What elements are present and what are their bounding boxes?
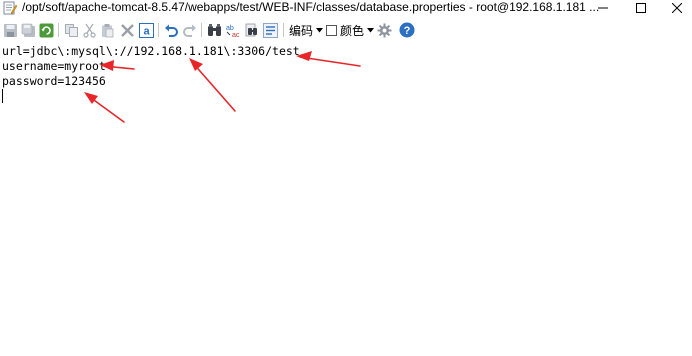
svg-text:a: a: [143, 25, 150, 37]
replace-icon: abac: [226, 25, 240, 38]
svg-text:ac: ac: [232, 32, 240, 38]
maximize-icon: [636, 3, 646, 13]
reload-icon: [39, 23, 53, 37]
delete-button[interactable]: [119, 21, 135, 39]
text-caret: [2, 89, 3, 103]
replace-button[interactable]: ab ac: [224, 21, 242, 39]
text-editor[interactable]: url=jdbc\:mysql\://192.168.1.181\:3306/t…: [0, 42, 692, 356]
toolbar-separator: [283, 23, 284, 37]
save-button[interactable]: [2, 21, 18, 39]
encoding-dropdown[interactable]: 编码: [288, 21, 324, 39]
save-all-button[interactable]: [20, 21, 36, 39]
toolbar-separator: [158, 23, 159, 37]
color-label: 颜色: [340, 23, 365, 38]
save-icon: [3, 23, 17, 37]
copy-icon: [64, 23, 78, 37]
close-icon: [672, 3, 682, 13]
editor-line: username=myroot: [2, 59, 106, 73]
svg-text:ab: ab: [226, 25, 234, 32]
redo-icon: [182, 24, 196, 37]
help-button[interactable]: ?: [398, 21, 416, 39]
reload-button[interactable]: [38, 21, 54, 39]
help-icon: ?: [399, 22, 415, 38]
find-button[interactable]: [206, 21, 222, 39]
paste-button[interactable]: [99, 21, 115, 39]
notepad-file-icon: [3, 1, 18, 15]
undo-button[interactable]: [163, 21, 179, 39]
copy-button[interactable]: [63, 21, 79, 39]
toolbar: a ab ac 编码 颜色 ?: [0, 18, 692, 42]
undo-icon: [164, 24, 178, 37]
cut-icon: [82, 23, 96, 38]
delete-icon: [120, 23, 134, 37]
settings-button[interactable]: [376, 21, 392, 39]
word-wrap-icon: [262, 22, 278, 38]
color-dropdown[interactable]: 颜色: [326, 21, 374, 39]
title-bar: /opt/soft/apache-tomcat-8.5.47/webapps/t…: [0, 0, 692, 16]
color-swatch-icon: [326, 24, 337, 36]
window-title: /opt/soft/apache-tomcat-8.5.47/webapps/t…: [22, 0, 600, 14]
select-all-button[interactable]: a: [138, 21, 154, 39]
find-in-files-button[interactable]: [244, 21, 260, 39]
toolbar-separator: [201, 23, 202, 37]
encoding-label: 编码: [288, 23, 313, 38]
word-wrap-button[interactable]: [262, 21, 278, 39]
chevron-down-icon: [316, 27, 323, 32]
close-button[interactable]: [654, 0, 692, 16]
editor-line: password=123456: [2, 74, 106, 88]
find-icon: [207, 23, 221, 36]
svg-text:?: ?: [404, 25, 411, 37]
select-all-icon: a: [138, 22, 154, 38]
paste-icon: [101, 23, 113, 37]
cut-button[interactable]: [81, 21, 97, 39]
editor-line: url=jdbc\:mysql\://192.168.1.181\:3306/t…: [2, 44, 300, 58]
redo-button[interactable]: [181, 21, 197, 39]
save-all-icon: [21, 23, 35, 37]
toolbar-separator: [58, 23, 59, 37]
chevron-down-icon: [367, 27, 374, 32]
minimize-icon: [598, 7, 608, 9]
settings-icon: [377, 23, 391, 37]
find-in-files-icon: [245, 23, 257, 36]
